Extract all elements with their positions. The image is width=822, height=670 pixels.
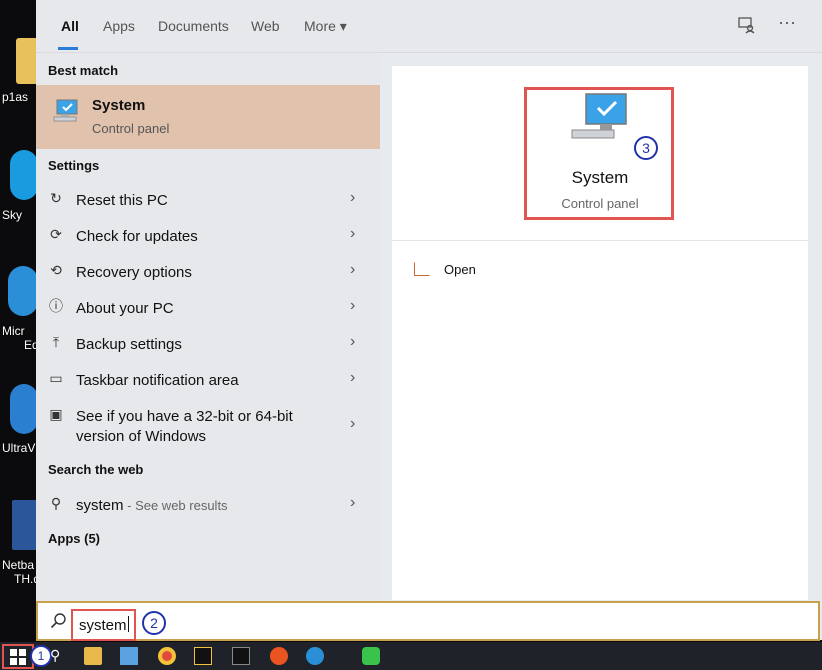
chevron-right-icon[interactable]: › [350, 297, 355, 315]
info-icon: ⓘ [49, 298, 63, 314]
settings-item-reset-this-pc[interactable]: ↻ Reset this PC › [36, 181, 380, 217]
desktop-icon-label: UltraV [2, 441, 36, 455]
desktop-icon-label: p1as [2, 90, 29, 104]
search-web-heading: Search the web [48, 462, 144, 477]
edge-icon[interactable] [306, 647, 324, 665]
open-icon [414, 262, 430, 276]
chevron-right-icon[interactable]: › [350, 415, 355, 433]
settings-item-label: Check for updates [76, 228, 198, 245]
command-prompt-icon[interactable] [232, 647, 250, 665]
recovery-icon: ⟲ [50, 262, 62, 278]
apps-heading[interactable]: Apps (5) [48, 531, 100, 546]
reset-icon: ↻ [50, 190, 62, 206]
settings-heading: Settings [48, 158, 100, 173]
computer-icon [570, 92, 630, 146]
chevron-right-icon[interactable]: › [350, 261, 355, 279]
settings-item-check-for-updates[interactable]: ⟳ Check for updates › [36, 217, 380, 253]
search-input[interactable]: system [71, 609, 136, 641]
file-explorer-icon[interactable] [84, 647, 102, 665]
tab-documents[interactable]: Documents [158, 18, 229, 34]
search-input-value: system [79, 617, 127, 634]
results-list: Best match System Control panel Settings… [36, 53, 380, 602]
settings-item-taskbar-notification-area[interactable]: ▭ Taskbar notification area › [36, 361, 380, 397]
computer-icon [52, 97, 82, 127]
web-result-query: system [76, 497, 124, 514]
settings-item-label: Reset this PC [76, 192, 168, 209]
intellij-icon[interactable] [194, 647, 212, 665]
chrome-icon[interactable] [158, 647, 176, 665]
preview-subtitle: Control panel [561, 196, 639, 211]
chevron-right-icon[interactable]: › [350, 189, 355, 207]
best-match-heading: Best match [48, 63, 119, 78]
search-icon: ⚲ [50, 495, 62, 511]
web-result-text: system - See web results [76, 496, 228, 516]
windows-logo-icon [10, 649, 26, 665]
text-caret [127, 616, 129, 632]
search-icon[interactable]: ⚲ [50, 647, 68, 665]
feedback-icon[interactable] [738, 16, 756, 39]
settings-item-label: Backup settings [76, 336, 182, 353]
folder-icon[interactable] [16, 38, 38, 84]
web-result-item[interactable]: ⚲ system - See web results › [36, 486, 380, 522]
preview-title: System [571, 168, 629, 187]
skype-icon[interactable] [10, 150, 38, 200]
search-icon [50, 613, 66, 629]
tab-apps[interactable]: Apps [103, 18, 135, 34]
best-match-title: System [92, 97, 146, 114]
start-search-panel: All Apps Documents Web More ▾ ··· Best m… [36, 0, 822, 640]
line-icon[interactable] [362, 647, 380, 665]
best-match-subtitle: Control panel [92, 121, 170, 136]
desktop-icon-label: Micr [2, 324, 25, 338]
active-tab-indicator [58, 47, 78, 50]
desktop-icon-label: Sky [2, 208, 23, 222]
tab-more[interactable]: More ▾ [304, 18, 347, 35]
settings-item-label: About your PC [76, 300, 174, 317]
laptop-icon: ▣ [49, 406, 63, 422]
ultravnc-icon[interactable] [10, 384, 38, 434]
preview-header: System Control panel 3 [392, 66, 808, 241]
taskbar-icon: ▭ [49, 370, 63, 386]
edge-icon[interactable] [8, 266, 38, 316]
control-panel-icon[interactable] [120, 647, 138, 665]
settings-item-backup-settings[interactable]: ⤒ Backup settings › [36, 325, 380, 361]
chevron-right-icon[interactable]: › [350, 494, 355, 512]
ubuntu-icon[interactable] [270, 647, 288, 665]
settings-item-about-your-pc[interactable]: ⓘ About your PC › [36, 289, 380, 325]
desktop-icon-label: Netba [2, 558, 35, 572]
more-options-icon[interactable]: ··· [778, 12, 796, 33]
step-marker: 1 [30, 645, 52, 667]
chevron-right-icon[interactable]: › [350, 369, 355, 387]
open-label: Open [444, 262, 476, 277]
backup-icon: ⤒ [52, 334, 60, 350]
taskbar: 1 ⚲ [0, 642, 822, 670]
tab-all[interactable]: All [61, 18, 79, 34]
settings-item-label: See if you have a 32-bit or 64-bit versi… [76, 408, 293, 445]
settings-item-label: Recovery options [76, 264, 192, 281]
settings-item-recovery-options[interactable]: ⟲ Recovery options › [36, 253, 380, 289]
chevron-right-icon[interactable]: › [350, 333, 355, 351]
search-tab-bar: All Apps Documents Web More ▾ ··· [36, 0, 822, 53]
best-match-item[interactable]: System Control panel [36, 85, 380, 149]
web-result-suffix: - See web results [123, 498, 228, 513]
tab-web[interactable]: Web [251, 18, 280, 34]
word-document-icon[interactable] [12, 500, 38, 550]
step-marker: 2 [142, 611, 166, 635]
preview-pane: System Control panel 3 Open [392, 66, 808, 600]
settings-item-label: Taskbar notification area [76, 372, 239, 389]
chevron-right-icon[interactable]: › [350, 225, 355, 243]
update-icon: ⟳ [50, 226, 62, 242]
settings-item-32-or-64-bit[interactable]: ▣ See if you have a 32-bit or 64-bit ver… [36, 397, 380, 453]
step-marker: 3 [634, 136, 658, 160]
search-bar[interactable]: system 2 [36, 601, 820, 641]
